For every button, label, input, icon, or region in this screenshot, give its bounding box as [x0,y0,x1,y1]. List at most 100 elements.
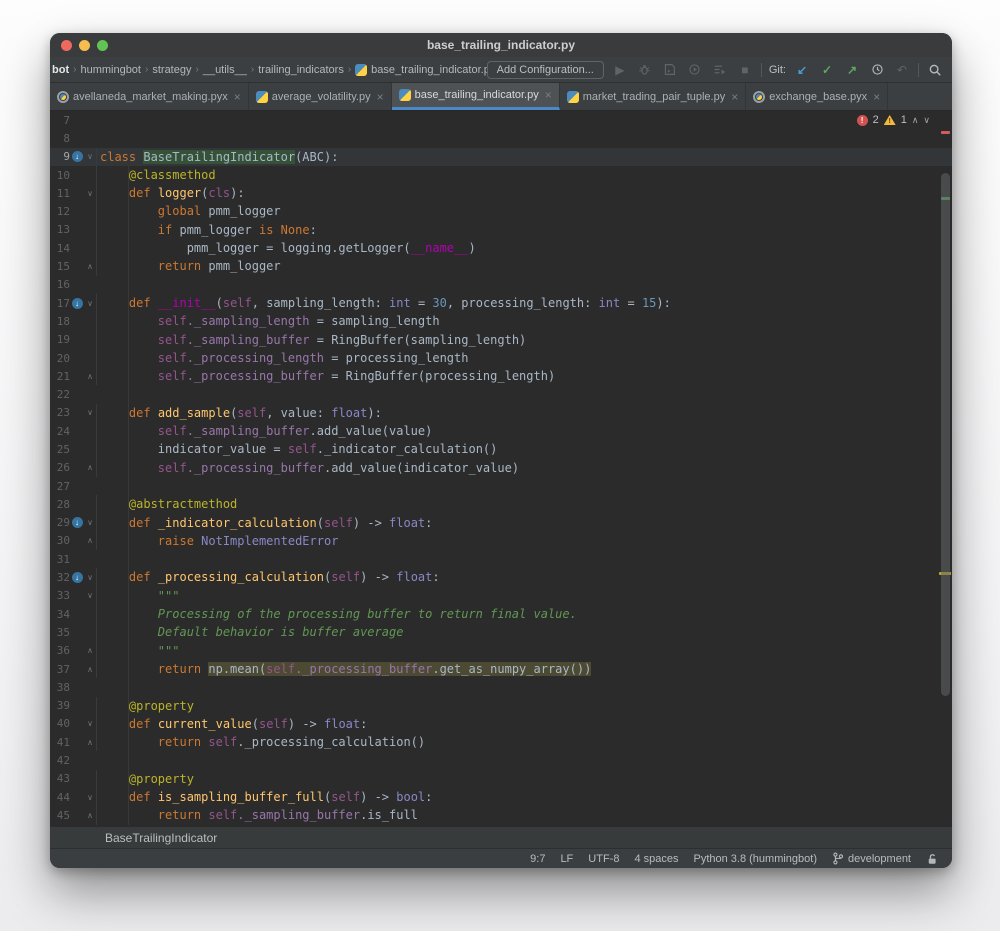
fold-marker-icon[interactable]: ∨ [84,152,96,161]
fold-marker-icon[interactable]: ∧ [84,646,96,655]
line-number[interactable]: 36 [50,644,70,657]
editor-line[interactable]: 19 self._sampling_buffer = RingBuffer(sa… [50,331,952,349]
editor-line[interactable]: 34 Processing of the processing buffer t… [50,605,952,623]
editor-line[interactable]: 31 [50,550,952,568]
editor-line[interactable]: 7 [50,111,952,129]
line-number[interactable]: 25 [50,443,70,456]
git-push-icon[interactable]: ↗ [843,63,861,77]
breadcrumb-file[interactable]: base_trailing_indicator.py [355,64,486,76]
minimize-window-button[interactable] [79,40,90,51]
fold-marker-icon[interactable]: ∨ [84,518,96,527]
editor-line[interactable]: 38 [50,678,952,696]
overridden-marker-icon[interactable] [70,517,84,528]
tab-close-icon[interactable]: × [731,90,738,104]
fold-marker-icon[interactable]: ∨ [84,591,96,600]
editor-scrollbar[interactable] [938,111,952,826]
line-number[interactable]: 29 [50,516,70,529]
editor-tab[interactable]: average_volatility.py× [249,83,392,110]
line-number[interactable]: 9 [50,150,70,163]
scrollbar-thumb[interactable] [941,173,950,696]
status-caret-position[interactable]: 9:7 [530,853,545,865]
editor-tab[interactable]: market_trading_pair_tuple.py× [560,83,747,110]
git-history-icon[interactable] [868,63,886,76]
tab-close-icon[interactable]: × [377,90,384,104]
fold-marker-icon[interactable]: ∧ [84,463,96,472]
fold-marker-icon[interactable]: ∨ [84,573,96,582]
fold-marker-icon[interactable]: ∨ [84,719,96,728]
overridden-marker-icon[interactable] [70,572,84,583]
stop-icon[interactable]: ■ [736,63,754,77]
editor-line[interactable]: 11∨ def logger(cls): [50,184,952,202]
editor-line[interactable]: 44∨ def is_sampling_buffer_full(self) ->… [50,788,952,806]
line-number[interactable]: 11 [50,187,70,200]
editor-line[interactable]: 12 global pmm_logger [50,202,952,220]
line-number[interactable]: 35 [50,626,70,639]
zoom-window-button[interactable] [97,40,108,51]
status-indent-style[interactable]: 4 spaces [634,853,678,865]
tab-close-icon[interactable]: × [234,90,241,104]
editor-line[interactable]: 8 [50,129,952,147]
line-number[interactable]: 41 [50,736,70,749]
run-icon[interactable]: ▶ [611,63,629,77]
editor-line[interactable]: 42 [50,751,952,769]
breadcrumb-item[interactable]: trailing_indicators [258,64,344,76]
fold-marker-icon[interactable]: ∨ [84,189,96,198]
fold-marker-icon[interactable]: ∧ [84,811,96,820]
line-number[interactable]: 8 [50,132,70,145]
git-branch-widget[interactable]: development [832,852,911,865]
fold-marker-icon[interactable]: ∧ [84,536,96,545]
line-number[interactable]: 18 [50,315,70,328]
line-number[interactable]: 10 [50,169,70,182]
editor-line[interactable]: 40∨ def current_value(self) -> float: [50,715,952,733]
line-number[interactable]: 23 [50,406,70,419]
editor-line[interactable]: 23∨ def add_sample(self, value: float): [50,404,952,422]
line-number[interactable]: 37 [50,663,70,676]
editor-line[interactable]: 26∧ self._processing_buffer.add_value(in… [50,459,952,477]
breadcrumb-item[interactable]: hummingbot [80,64,141,76]
breadcrumb-item[interactable]: __utils__ [203,64,247,76]
editor-line[interactable]: 28 @abstractmethod [50,495,952,513]
editor-line[interactable]: 39 @property [50,697,952,715]
structure-breadcrumb-item[interactable]: BaseTrailingIndicator [105,831,217,845]
code-editor[interactable]: 789∨class BaseTrailingIndicator(ABC):10 … [50,111,952,826]
line-number[interactable]: 16 [50,278,70,291]
editor-line[interactable]: 22 [50,385,952,403]
editor-line[interactable]: 20 self._processing_length = processing_… [50,349,952,367]
editor-line[interactable]: 35 Default behavior is buffer average [50,623,952,641]
editor-line[interactable]: 32∨ def _processing_calculation(self) ->… [50,568,952,586]
editor-line[interactable]: 21∧ self._processing_buffer = RingBuffer… [50,367,952,385]
editor-line[interactable]: 15∧ return pmm_logger [50,257,952,275]
editor-line[interactable]: 33∨ """ [50,587,952,605]
editor-line[interactable]: 45∧ return self._sampling_buffer.is_full [50,806,952,824]
git-update-icon[interactable]: ↙ [793,63,811,77]
editor-line[interactable]: 9∨class BaseTrailingIndicator(ABC): [50,148,952,166]
line-number[interactable]: 34 [50,608,70,621]
run-with-coverage-icon[interactable] [661,63,679,76]
fold-marker-icon[interactable]: ∧ [84,262,96,271]
add-configuration-button[interactable]: Add Configuration... [487,61,604,79]
line-number[interactable]: 14 [50,242,70,255]
fold-marker-icon[interactable]: ∧ [84,665,96,674]
line-number[interactable]: 26 [50,461,70,474]
editor-line[interactable]: 29∨ def _indicator_calculation(self) -> … [50,514,952,532]
line-number[interactable]: 12 [50,205,70,218]
line-number[interactable]: 31 [50,553,70,566]
overridden-marker-icon[interactable] [70,151,84,162]
breadcrumb-item[interactable]: bot [52,64,69,76]
line-number[interactable]: 32 [50,571,70,584]
status-line-separator[interactable]: LF [560,853,573,865]
editor-line[interactable]: 24 self._sampling_buffer.add_value(value… [50,422,952,440]
line-number[interactable]: 42 [50,754,70,767]
fold-marker-icon[interactable]: ∧ [84,372,96,381]
status-python-interpreter[interactable]: Python 3.8 (hummingbot) [693,853,817,865]
editor-line[interactable]: 30∧ raise NotImplementedError [50,532,952,550]
editor-line[interactable]: 18 self._sampling_length = sampling_leng… [50,312,952,330]
run-dashboard-icon[interactable] [711,63,729,76]
editor-line[interactable]: 13 if pmm_logger is None: [50,221,952,239]
editor-line[interactable]: 25 indicator_value = self._indicator_cal… [50,440,952,458]
editor-line[interactable]: 41∧ return self._processing_calculation(… [50,733,952,751]
line-number[interactable]: 44 [50,791,70,804]
previous-problem-icon[interactable]: ∧ [912,115,919,126]
line-number[interactable]: 15 [50,260,70,273]
fold-marker-icon[interactable]: ∨ [84,793,96,802]
